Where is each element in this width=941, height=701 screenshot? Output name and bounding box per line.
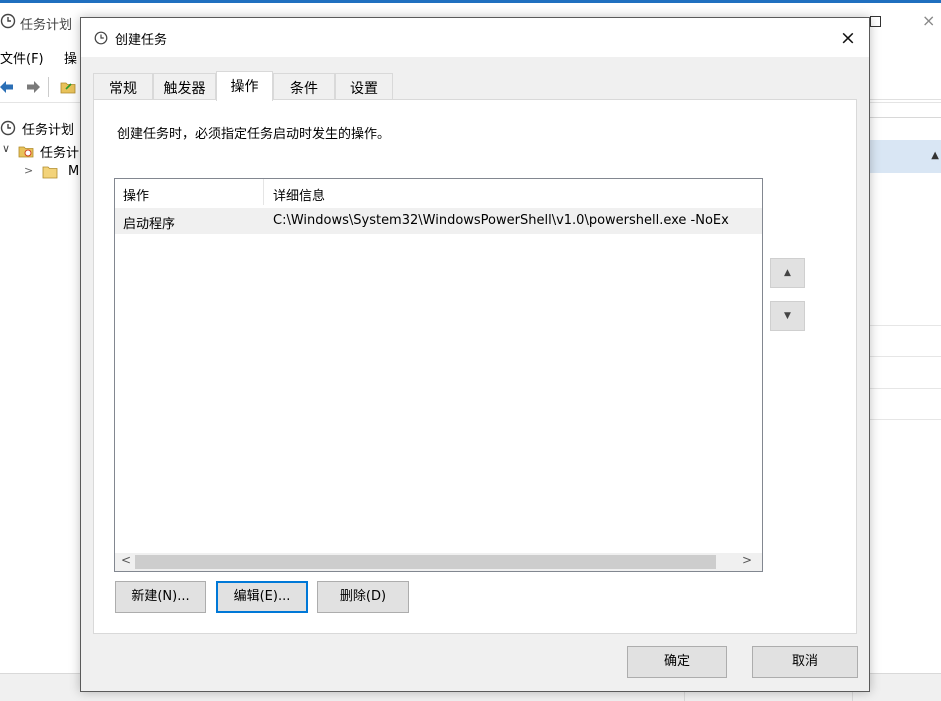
actions-pane-row (869, 419, 941, 420)
navigation-tree: 任务计划 ∨ 任务计 > M (0, 115, 80, 685)
back-arrow-icon[interactable] (0, 80, 14, 94)
clock-icon (0, 13, 16, 29)
list-item-details: C:\Windows\System32\WindowsPowerShell\v1… (273, 213, 729, 228)
right-pane-toolbar (869, 70, 941, 100)
menu-action[interactable]: 操 (64, 48, 77, 67)
move-up-button[interactable]: ▲ (770, 258, 805, 288)
tab-general[interactable]: 常规 (93, 73, 153, 99)
actions-description: 创建任务时，必须指定任务启动时发生的操作。 (117, 127, 391, 142)
menu-file[interactable]: 文件(F) (0, 48, 44, 67)
edit-action-button[interactable]: 编辑(E)... (216, 581, 308, 613)
right-pane-separator (869, 117, 941, 118)
tab-settings[interactable]: 设置 (335, 73, 393, 99)
main-window-title: 任务计划 (20, 18, 73, 33)
folder-icon (42, 166, 58, 179)
move-down-button[interactable]: ▼ (770, 301, 805, 331)
actions-pane-row (869, 388, 941, 389)
list-header: 操作 详细信息 (115, 179, 762, 207)
toolbar-separator (48, 77, 49, 97)
actions-pane-row (869, 356, 941, 357)
chevron-right-icon[interactable]: > (24, 164, 33, 177)
actions-pane-row (869, 325, 941, 326)
cancel-button[interactable]: 取消 (752, 646, 858, 678)
ok-button[interactable]: 确定 (627, 646, 727, 678)
horizontal-scrollbar[interactable]: < > (115, 553, 762, 571)
scrollbar-thumb[interactable] (135, 555, 716, 569)
forward-arrow-icon[interactable] (26, 80, 40, 94)
list-item-action: 启动程序 (123, 217, 176, 232)
column-header-details[interactable]: 详细信息 (273, 185, 325, 204)
folder-icon[interactable] (60, 79, 76, 95)
actions-list[interactable]: 操作 详细信息 启动程序 C:\Windows\System32\Windows… (114, 178, 763, 572)
create-task-dialog: 创建任务 × 常规 触发器 操作 条件 设置 创建任务时，必须指定任务启动时发生… (80, 17, 870, 692)
scroll-right-icon[interactable]: > (742, 553, 752, 567)
delete-action-button[interactable]: 删除(D) (317, 581, 409, 613)
tree-root-label: 任务计划 (22, 123, 75, 138)
dialog-titlebar: 创建任务 × (81, 18, 869, 57)
new-action-button[interactable]: 新建(N)... (115, 581, 206, 613)
column-separator[interactable] (263, 179, 264, 205)
scroll-left-icon[interactable]: < (121, 553, 131, 567)
main-close-button[interactable]: × (922, 11, 935, 30)
dialog-close-button[interactable]: × (833, 24, 863, 52)
actions-pane-header[interactable]: ▲ (869, 140, 941, 173)
tab-conditions[interactable]: 条件 (273, 73, 335, 99)
tab-actions[interactable]: 操作 (216, 71, 273, 101)
dialog-title: 创建任务 (115, 33, 168, 48)
collapse-caret-icon[interactable]: ▲ (931, 150, 939, 161)
clock-icon (0, 120, 16, 136)
tab-triggers[interactable]: 触发器 (153, 73, 216, 99)
chevron-down-icon[interactable]: ∨ (2, 142, 10, 155)
maximize-button[interactable] (870, 16, 881, 27)
calendar-folder-icon (18, 146, 34, 158)
list-item[interactable]: 启动程序 C:\Windows\System32\WindowsPowerShe… (115, 208, 762, 234)
column-header-action[interactable]: 操作 (123, 185, 149, 204)
clock-icon (94, 31, 108, 45)
tree-child-label: M (68, 164, 80, 179)
tree-library-label: 任务计 (40, 146, 80, 161)
actions-tab-panel: 创建任务时，必须指定任务启动时发生的操作。 操作 详细信息 启动程序 C:\Wi… (93, 99, 857, 634)
